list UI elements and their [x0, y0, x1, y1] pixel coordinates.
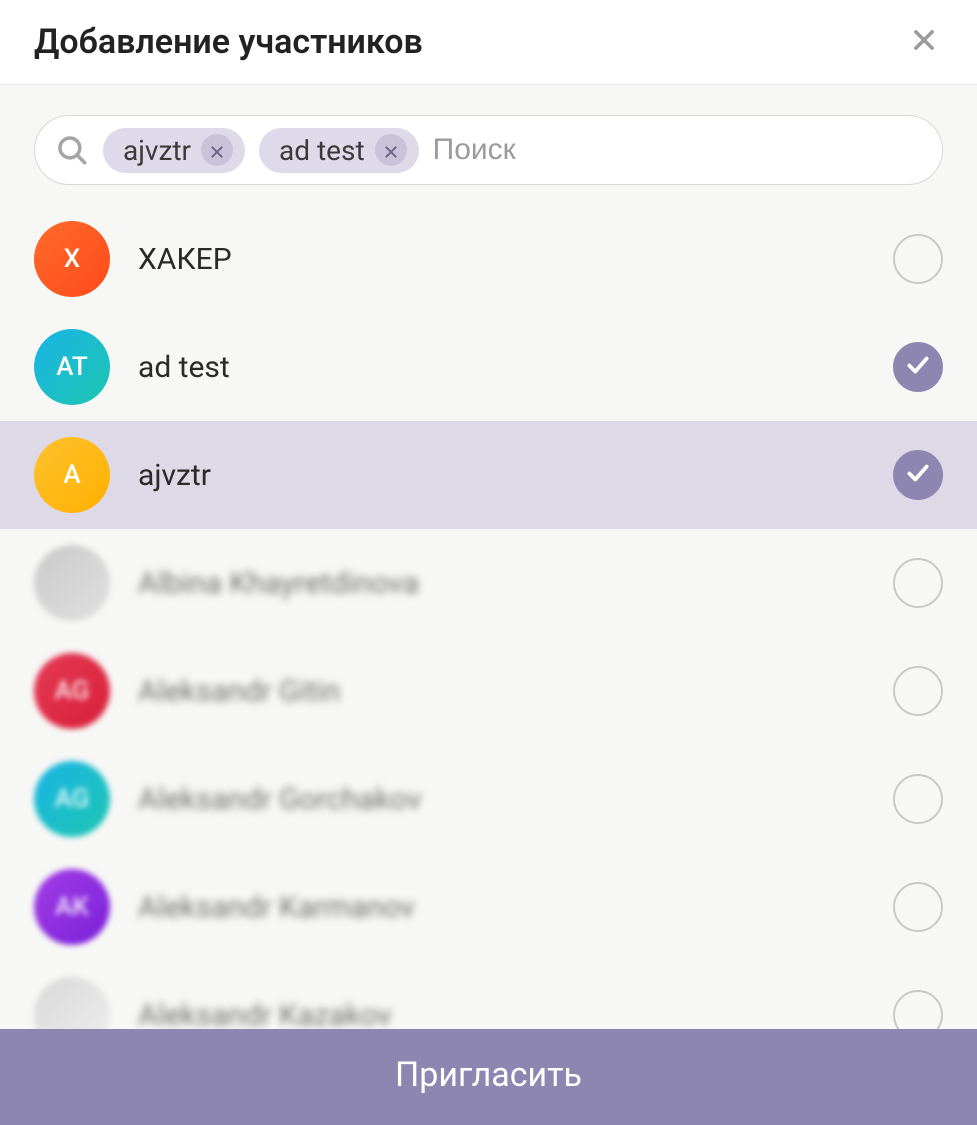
contact-row[interactable]: AT ad test	[0, 313, 977, 421]
close-icon	[910, 26, 938, 58]
select-checkbox[interactable]	[893, 990, 943, 1029]
search-area: ajvztr ad test	[0, 85, 977, 205]
search-icon	[55, 133, 89, 167]
avatar: Х	[34, 221, 110, 297]
contact-row[interactable]: AG Aleksandr Gorchakov	[0, 745, 977, 853]
chip-label: ajvztr	[123, 134, 191, 167]
select-checkbox[interactable]	[893, 882, 943, 932]
modal-body: ajvztr ad test	[0, 85, 977, 1029]
search-box[interactable]: ajvztr ad test	[34, 115, 943, 185]
modal-title: Добавление участников	[34, 22, 423, 62]
check-icon	[905, 460, 931, 490]
contact-name: ad test	[138, 350, 865, 385]
add-participants-modal: Добавление участников ajvztr	[0, 0, 977, 1125]
avatar: AT	[34, 329, 110, 405]
select-checkbox[interactable]	[893, 666, 943, 716]
search-chip: ajvztr	[103, 128, 245, 173]
contact-name: Aleksandr Gorchakov	[138, 782, 865, 817]
search-input[interactable]	[433, 133, 922, 167]
contact-list: Х ХАКЕР AT ad test Aajvztr Albina Khayretdino…	[0, 205, 977, 1029]
avatar: AG	[34, 761, 110, 837]
contact-name: Albina Khayretdinova	[138, 566, 865, 601]
contact-name: Aleksandr Karmanov	[138, 890, 865, 925]
contact-row[interactable]: Х ХАКЕР	[0, 205, 977, 313]
close-icon	[209, 134, 225, 167]
avatar: AK	[34, 869, 110, 945]
chip-label: ad test	[279, 134, 365, 167]
chip-remove-button[interactable]	[375, 134, 407, 166]
contact-name: ХАКЕР	[138, 242, 865, 277]
close-icon	[383, 134, 399, 167]
contact-name: Aleksandr Kazakov	[138, 998, 865, 1030]
contact-row[interactable]: AK Aleksandr Karmanov	[0, 853, 977, 961]
contact-row[interactable]: Aajvztr	[0, 421, 977, 529]
close-button[interactable]	[905, 23, 943, 61]
invite-label: Пригласить	[395, 1055, 582, 1095]
contact-name: Aleksandr Gitin	[138, 674, 865, 709]
select-checkbox[interactable]	[893, 450, 943, 500]
check-icon	[905, 352, 931, 382]
search-chip: ad test	[259, 128, 419, 173]
search-chips: ajvztr ad test	[103, 128, 419, 173]
contact-name: ajvztr	[138, 458, 865, 493]
contact-row[interactable]: AG Aleksandr Gitin	[0, 637, 977, 745]
avatar: AG	[34, 653, 110, 729]
avatar	[34, 977, 110, 1029]
avatar	[34, 545, 110, 621]
contact-row[interactable]: Albina Khayretdinova	[0, 529, 977, 637]
modal-header: Добавление участников	[0, 0, 977, 85]
select-checkbox[interactable]	[893, 558, 943, 608]
select-checkbox[interactable]	[893, 342, 943, 392]
select-checkbox[interactable]	[893, 774, 943, 824]
contact-row[interactable]: Aleksandr Kazakov	[0, 961, 977, 1029]
invite-button[interactable]: Пригласить	[0, 1029, 977, 1125]
avatar: A	[34, 437, 110, 513]
select-checkbox[interactable]	[893, 234, 943, 284]
chip-remove-button[interactable]	[201, 134, 233, 166]
